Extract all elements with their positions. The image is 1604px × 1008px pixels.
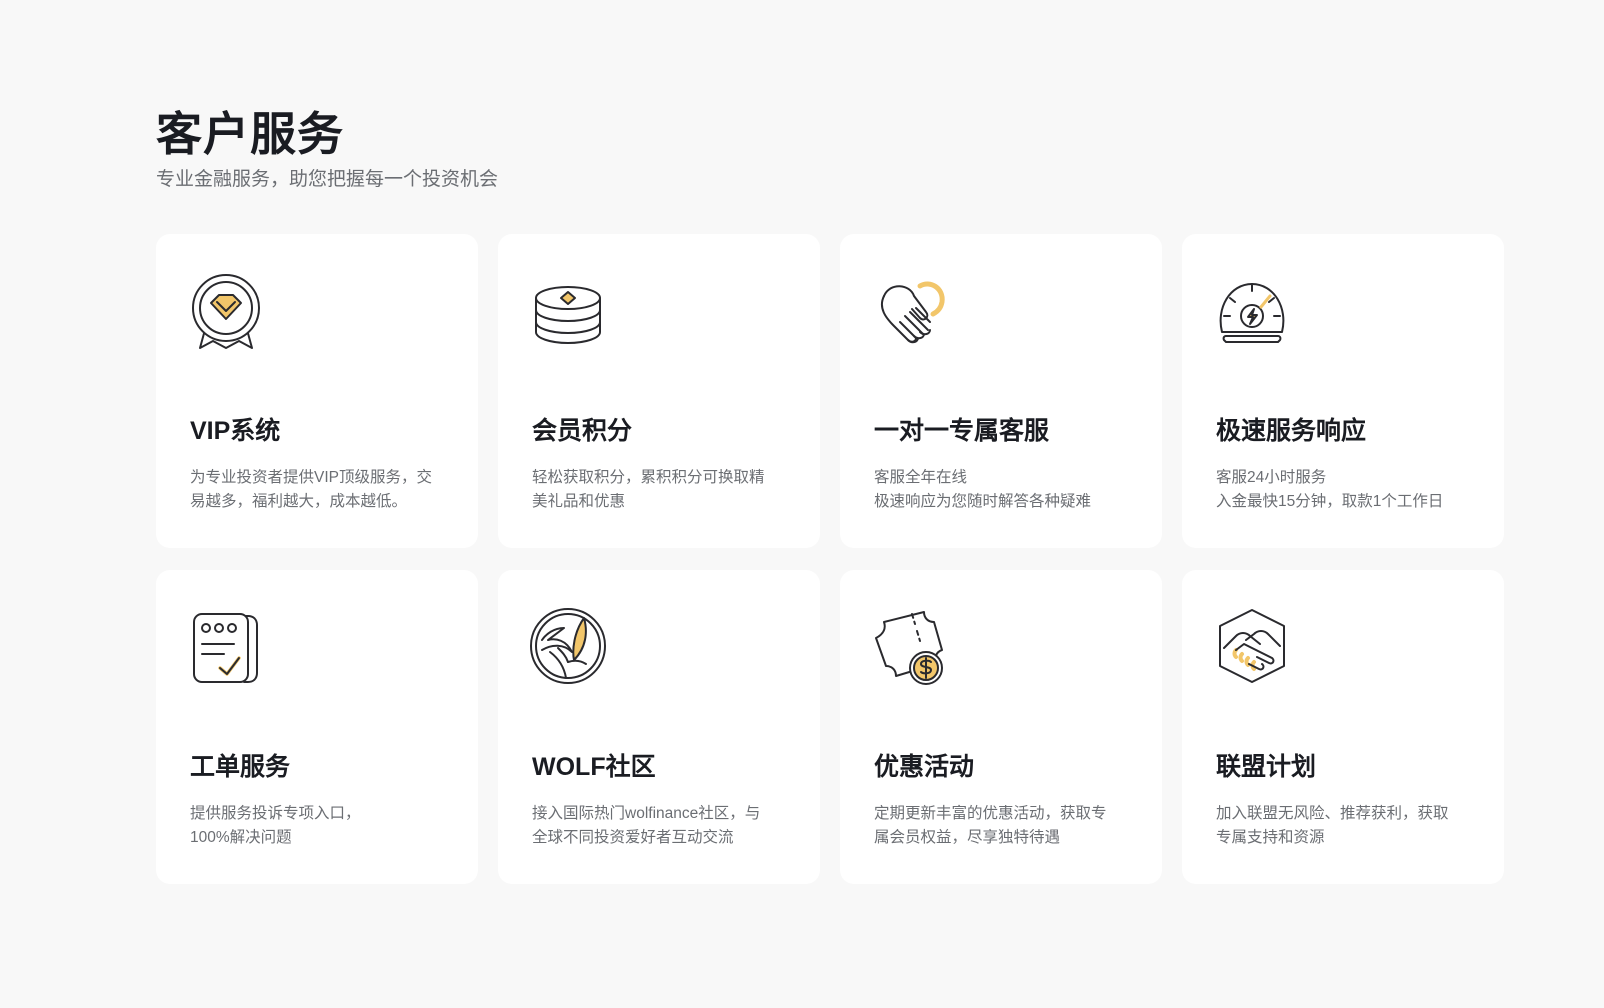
card-description: 提供服务投诉专项入口， 100%解决问题 — [190, 802, 452, 850]
card-desc-line: 客服全年在线 — [874, 469, 968, 486]
card-title: 优惠活动 — [874, 753, 975, 781]
service-card-fast-response[interactable]: 极速服务响应 客服24小时服务 入金最快15分钟，取款1个工作日 — [1182, 234, 1504, 548]
card-title: 工单服务 — [190, 753, 291, 781]
section-title: 客户服务 — [156, 108, 344, 160]
service-card-vip[interactable]: VIP系统 为专业投资者提供VIP顶级服务，交 易越多，福利越大，成本越低。 — [156, 234, 478, 548]
service-card-affiliate[interactable]: 联盟计划 加入联盟无风险、推荐获利，获取 专属支持和资源 — [1182, 570, 1504, 884]
service-card-points[interactable]: 会员积分 轻松获取积分，累积积分可换取精 美礼品和优惠 — [498, 234, 820, 548]
card-desc-line: 美礼品和优惠 — [532, 493, 626, 510]
service-card-community[interactable]: WOLF社区 接入国际热门wolfinance社区，与 全球不同投资爱好者互动交… — [498, 570, 820, 884]
card-desc-line: 易越多，福利越大，成本越低。 — [190, 493, 408, 510]
card-desc-line: 轻松获取积分，累积积分可换取精 — [532, 469, 765, 486]
card-desc-line: 属会员权益，尽享独特待遇 — [874, 829, 1061, 846]
card-desc-line: 提供服务投诉专项入口， — [190, 805, 361, 822]
card-desc-line: 定期更新丰富的优惠活动，获取专 — [874, 805, 1107, 822]
card-desc-line: 专属支持和资源 — [1216, 829, 1325, 846]
service-card-dedicated[interactable]: 一对一专属客服 客服全年在线 极速响应为您随时解答各种疑难 — [840, 234, 1162, 548]
card-desc-line: 入金最快15分钟，取款1个工作日 — [1216, 493, 1444, 510]
service-card-tickets[interactable]: 工单服务 提供服务投诉专项入口， 100%解决问题 — [156, 570, 478, 884]
service-card-grid: VIP系统 为专业投资者提供VIP顶级服务，交 易越多，福利越大，成本越低。 会… — [156, 234, 1506, 884]
coin-stack-icon — [528, 270, 608, 350]
card-title: 联盟计划 — [1216, 753, 1317, 781]
coupon-dollar-icon — [870, 606, 950, 686]
ticket-form-icon — [186, 606, 266, 686]
card-title: VIP系统 — [190, 417, 281, 445]
card-desc-line: 为专业投资者提供VIP顶级服务，交 — [190, 469, 432, 486]
card-title: WOLF社区 — [532, 753, 656, 781]
section-subtitle: 专业金融服务，助您把握每一个投资机会 — [156, 169, 499, 190]
card-title: 一对一专属客服 — [874, 417, 1050, 445]
card-desc-line: 客服24小时服务 — [1216, 469, 1327, 486]
vip-badge-icon — [186, 270, 266, 350]
speedometer-icon — [1212, 270, 1292, 350]
customer-service-page: 客户服务 专业金融服务，助您把握每一个投资机会 VIP系统 为专业投资者提供VI… — [0, 0, 1604, 1008]
card-desc-line: 加入联盟无风险、推荐获利，获取 — [1216, 805, 1449, 822]
card-title: 会员积分 — [532, 417, 633, 445]
card-description: 定期更新丰富的优惠活动，获取专 属会员权益，尽享独特待遇 — [874, 802, 1136, 850]
heart-hand-icon — [870, 270, 950, 350]
card-description: 接入国际热门wolfinance社区，与 全球不同投资爱好者互动交流 — [532, 802, 794, 850]
card-description: 客服24小时服务 入金最快15分钟，取款1个工作日 — [1216, 466, 1478, 514]
wolf-community-icon — [528, 606, 608, 686]
card-title: 极速服务响应 — [1216, 417, 1367, 445]
card-description: 加入联盟无风险、推荐获利，获取 专属支持和资源 — [1216, 802, 1478, 850]
service-card-promotions[interactable]: 优惠活动 定期更新丰富的优惠活动，获取专 属会员权益，尽享独特待遇 — [840, 570, 1162, 884]
card-desc-line: 极速响应为您随时解答各种疑难 — [874, 493, 1092, 510]
card-description: 为专业投资者提供VIP顶级服务，交 易越多，福利越大，成本越低。 — [190, 466, 452, 514]
card-description: 客服全年在线 极速响应为您随时解答各种疑难 — [874, 466, 1136, 514]
card-description: 轻松获取积分，累积积分可换取精 美礼品和优惠 — [532, 466, 794, 514]
card-desc-line: 100%解决问题 — [190, 829, 292, 846]
handshake-icon — [1212, 606, 1292, 686]
card-desc-line: 接入国际热门wolfinance社区，与 — [532, 805, 761, 822]
card-desc-line: 全球不同投资爱好者互动交流 — [532, 829, 734, 846]
